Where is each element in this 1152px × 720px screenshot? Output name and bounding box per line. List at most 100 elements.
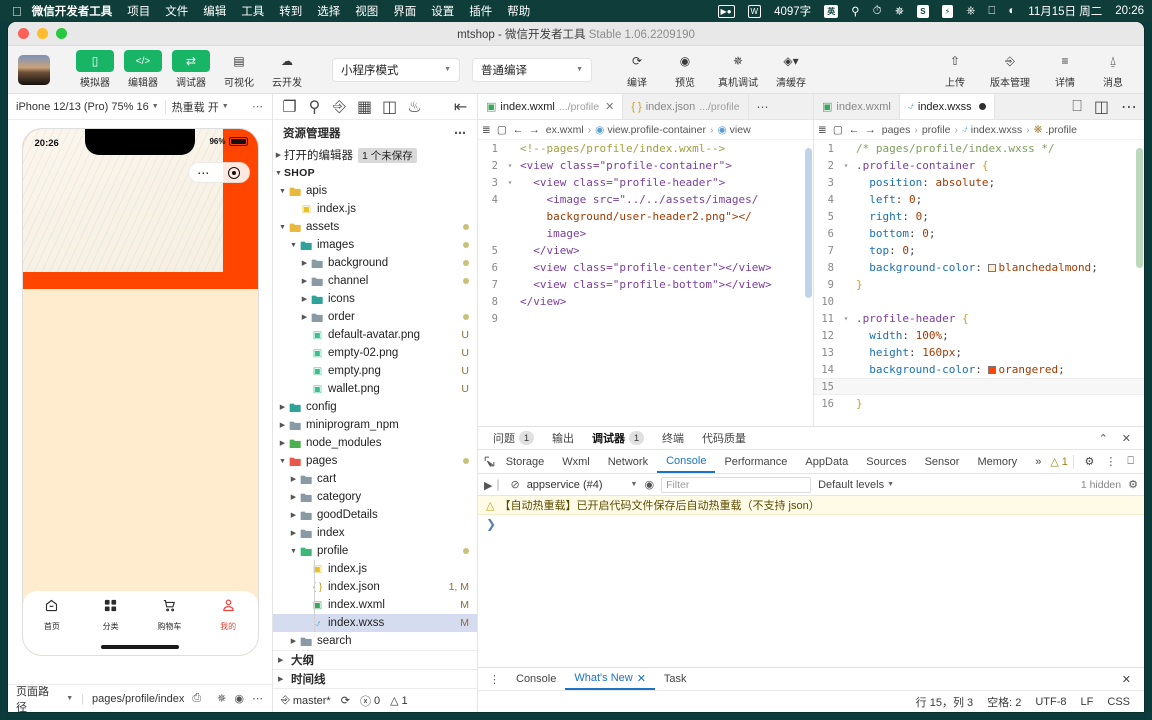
language-mode[interactable]: CSS [1107, 696, 1130, 708]
phone-tab-profile[interactable]: 我的 [199, 598, 258, 632]
compile-select[interactable]: 普通编译 ▼ [472, 57, 592, 82]
bluetooth-icon[interactable]: ✵ [895, 4, 905, 18]
toolbar-button-cloud[interactable]: ☁ 云开发 [266, 50, 308, 89]
menu-item-file[interactable]: 文件 [165, 3, 188, 19]
git-branch-item[interactable]: ⎆ master* [281, 694, 331, 707]
devtools-tab-sources[interactable]: Sources [857, 450, 915, 473]
breadcrumb-item-symbol-1[interactable]: ◉ view.profile-container [595, 124, 706, 136]
layout-icon[interactable]: ◫ [1088, 94, 1115, 119]
fold-toggle-icon[interactable]: ▾ [840, 161, 852, 170]
tree-item-icons[interactable]: ▶ icons [273, 290, 477, 308]
tree-item-config[interactable]: ▶ config [273, 398, 477, 416]
tree-item-index-json[interactable]: { } index.json 1, M [273, 578, 477, 596]
console-panel-tab[interactable]: 问题 1 [484, 427, 543, 449]
menu-item-settings[interactable]: 设置 [431, 3, 454, 19]
menu-item-interface[interactable]: 界面 [393, 3, 416, 19]
tree-item-profile[interactable]: ▼ profile [273, 542, 477, 560]
editor-scrollbar[interactable] [805, 148, 812, 298]
console-panel-tab[interactable]: 代码质量 [693, 427, 755, 449]
console-levels-select[interactable]: Default levels ▼ [818, 479, 894, 491]
gear-icon[interactable]: ⚙ [1079, 450, 1101, 473]
editor-tab-overflow-button[interactable]: ⋯ [749, 94, 778, 119]
menu-item-tools[interactable]: 工具 [241, 3, 264, 19]
warning-count-item[interactable]: △ 1 [390, 694, 408, 708]
play-icon[interactable]: ▶｜ [484, 477, 503, 493]
close-icon[interactable]: ✕ [1115, 432, 1138, 445]
inspect-element-icon[interactable] [482, 455, 497, 468]
eol-setting[interactable]: LF [1081, 696, 1094, 708]
mode-select[interactable]: 小程序模式 ▼ [332, 57, 460, 82]
tree-item-default-avatar-png[interactable]: ▣ default-avatar.png U [273, 326, 477, 344]
editor-tab-index-wxss[interactable]: ⍻ index.wxss [899, 94, 995, 119]
drawer-close-button[interactable]: ✕ [1113, 668, 1140, 690]
editor-tab-index-wxml-right[interactable]: ▣ index.wxml [814, 94, 900, 119]
hot-reload-select[interactable]: 热重载 开 ▼ [172, 99, 229, 115]
menubar-clock[interactable]: 20:26 [1115, 5, 1144, 17]
toolbar-button-preview[interactable]: ◉ 预览 [664, 50, 706, 89]
screen-record-icon[interactable]: ▶● [717, 4, 735, 18]
toolbar-button-upload[interactable]: ⇧ 上传 [934, 50, 976, 89]
console-context-select[interactable]: appservice (#4) ▼ [527, 479, 638, 491]
devtools-tab-wxml[interactable]: Wxml [553, 450, 599, 473]
console-filter-input[interactable]: Filter [661, 476, 812, 493]
outline-list-icon[interactable]: ≣ [818, 124, 827, 136]
editor-tab-index-wxml[interactable]: ▣ index.wxml .../profile ✕ [478, 94, 624, 119]
tree-item-index-wxss[interactable]: ⍻ index.wxss M [273, 614, 477, 632]
encoding-setting[interactable]: UTF-8 [1035, 696, 1066, 708]
drawer-tab-whats-new[interactable]: What's New ✕ [565, 668, 655, 690]
toolbar-button-realdevice[interactable]: ✵ 真机调试 [712, 50, 764, 89]
fold-toggle-icon[interactable]: ▾ [504, 178, 516, 187]
tree-item-channel[interactable]: ▶ channel [273, 272, 477, 290]
bookmark-icon[interactable]: ▢ [497, 124, 507, 136]
indent-setting[interactable]: 空格: 2 [987, 694, 1021, 710]
outline-section[interactable]: ▶ 大纲 [273, 650, 477, 669]
tree-item-background[interactable]: ▶ background [273, 254, 477, 272]
toolbar-button-visual[interactable]: ▤ 可视化 [218, 50, 260, 89]
toolbar-button-version[interactable]: ⎆ 版本管理 [982, 50, 1038, 90]
editor-scrollbar[interactable] [1136, 148, 1143, 268]
devtools-tab-appdata[interactable]: AppData [796, 450, 857, 473]
console-panel-tab[interactable]: 输出 [543, 427, 583, 449]
phone-tab-cart[interactable]: 购物车 [140, 598, 199, 632]
tree-item-apis[interactable]: ▼ apis [273, 182, 477, 200]
code-editor-wxss[interactable]: 1 /* pages/profile/index.wxss */ 2 ▾ .profil… [814, 140, 1144, 426]
editor-tab-index-json[interactable]: { } index.json .../profile [623, 94, 749, 119]
devtools-tab-overflow[interactable]: » [1026, 450, 1050, 473]
control-center-icon[interactable]: ⎕ [988, 5, 995, 18]
input-method-icon[interactable]: 英 [824, 4, 839, 18]
toolbar-button-clearcache[interactable]: ◈▾ 清缓存 [770, 50, 812, 89]
kebab-icon[interactable]: ⋮ [1100, 450, 1121, 473]
tree-item-empty-png[interactable]: ▣ empty.png U [273, 362, 477, 380]
sogou-input-icon[interactable]: S [917, 4, 929, 18]
gear-icon[interactable]: ⚙ [1128, 478, 1138, 491]
project-root-row[interactable]: ▼ SHOP [273, 164, 477, 182]
devtools-tab-network[interactable]: Network [599, 450, 657, 473]
battery-icon[interactable]: ⚡ [941, 4, 954, 18]
menu-item-help[interactable]: 帮助 [507, 3, 530, 19]
toolbar-button-simulator[interactable]: ▯ 模拟器 [74, 50, 116, 89]
explorer-more-button[interactable]: ⋯ [454, 126, 467, 140]
tree-item-wallet-png[interactable]: ▣ wallet.png U [273, 380, 477, 398]
page-path-label[interactable]: 页面路径 [16, 683, 58, 713]
fold-toggle-icon[interactable]: ▾ [840, 314, 852, 323]
console-input-prompt[interactable]: ❯ [478, 515, 1144, 533]
drawer-tab-task[interactable]: Task [655, 668, 696, 690]
bug-icon[interactable]: ✵ [217, 692, 226, 705]
tree-item-pages[interactable]: ▼ pages [273, 452, 477, 470]
source-control-icon[interactable]: ⎆ [327, 95, 352, 119]
minimize-window-button[interactable] [37, 28, 48, 39]
menu-item-select[interactable]: 选择 [317, 3, 340, 19]
split-icon[interactable]: ◫ [377, 95, 402, 119]
split-editor-icon[interactable]: ⎕ [1066, 94, 1088, 119]
menu-item-goto[interactable]: 转到 [279, 3, 302, 19]
kebab-icon[interactable]: ⋮ [482, 673, 507, 686]
nav-forward-icon[interactable]: → [529, 124, 540, 136]
siri-icon[interactable]: ◐ [1008, 5, 1015, 17]
devtools-tab-console[interactable]: Console [657, 450, 716, 473]
tree-item-miniprogram-npm[interactable]: ▶ miniprogram_npm [273, 416, 477, 434]
collapse-panel-icon[interactable]: ⇤ [448, 95, 473, 119]
breadcrumb-item-file[interactable]: ex.wxml [546, 124, 584, 136]
menu-item-plugin[interactable]: 插件 [469, 3, 492, 19]
maximize-window-button[interactable] [56, 28, 67, 39]
outline-list-icon[interactable]: ≣ [482, 124, 491, 136]
